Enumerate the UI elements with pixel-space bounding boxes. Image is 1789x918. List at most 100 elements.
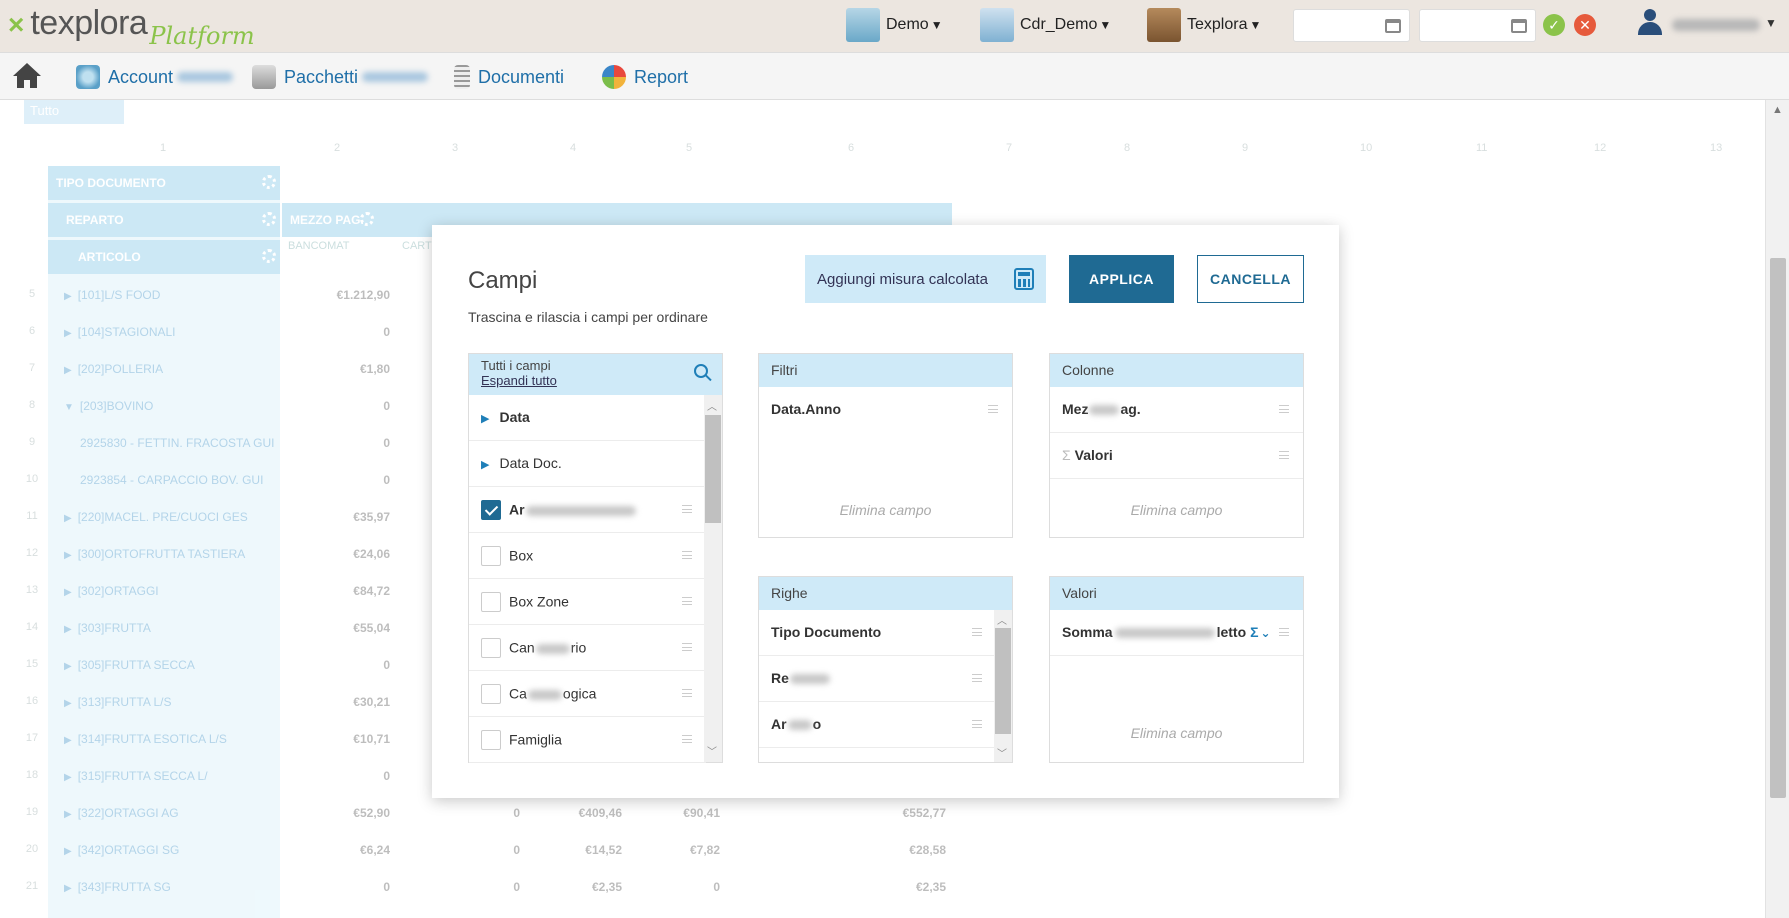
expand-icon[interactable]: ▶	[64, 809, 72, 820]
apply-button[interactable]: APPLICA	[1069, 255, 1174, 303]
gear-icon[interactable]	[360, 212, 374, 226]
drag-handle-icon[interactable]	[1279, 405, 1289, 413]
field-checkbox[interactable]	[481, 684, 501, 704]
row-item[interactable]: Re	[759, 656, 996, 702]
expand-icon[interactable]: ▶	[64, 365, 72, 376]
page-scrollbar[interactable]: ▲	[1765, 100, 1789, 918]
filters-drop-zone[interactable]: Elimina campo	[759, 502, 1012, 518]
row-label[interactable]: ▶ [313]FRUTTA L/S	[64, 695, 172, 709]
field-item[interactable]: ▶ Data Doc.	[469, 441, 706, 487]
scroll-up-icon[interactable]: ︿	[707, 398, 717, 413]
row-label[interactable]: 2925830 - FETTIN. FRACOSTA GUI	[80, 436, 275, 450]
drag-handle-icon[interactable]	[1279, 451, 1289, 459]
date-from-input[interactable]	[1293, 9, 1410, 42]
row-label[interactable]: ▶ [315]FRUTTA SECCA L/	[64, 769, 208, 783]
add-calculated-measure-button[interactable]: Aggiungi misura calcolata	[805, 255, 1046, 303]
drag-handle-icon[interactable]	[1279, 628, 1289, 636]
row-label[interactable]: ▶ [101]L/S FOOD	[64, 288, 160, 302]
row-item[interactable]: Ar o	[759, 702, 996, 748]
drag-handle-icon[interactable]	[972, 674, 982, 682]
row-label[interactable]: ▶ [104]STAGIONALI	[64, 325, 176, 339]
row-label[interactable]: ▼ [203]BOVINO	[64, 399, 153, 413]
workspace-selector[interactable]: Texplora ▼	[1147, 8, 1261, 42]
scrollbar-thumb[interactable]	[1770, 258, 1786, 798]
gear-icon[interactable]	[262, 175, 276, 189]
nav-documenti[interactable]: Documenti	[454, 65, 564, 89]
values-drop-zone[interactable]: Elimina campo	[1050, 725, 1303, 741]
gear-icon[interactable]	[262, 212, 276, 226]
drag-handle-icon[interactable]	[682, 689, 692, 697]
drag-handle-icon[interactable]	[682, 505, 692, 513]
date-to-input[interactable]	[1419, 9, 1536, 42]
drag-handle-icon[interactable]	[972, 720, 982, 728]
columns-drop-zone[interactable]: Elimina campo	[1050, 502, 1303, 518]
expand-icon[interactable]: ▶	[64, 772, 72, 783]
scroll-up-icon[interactable]: ▲	[1772, 104, 1783, 116]
field-checkbox[interactable]	[481, 730, 501, 750]
rows-scrollbar[interactable]: ︿ ﹀	[994, 610, 1012, 762]
header-articolo[interactable]: ARTICOLO	[48, 240, 280, 274]
home-icon[interactable]	[12, 63, 42, 89]
drag-handle-icon[interactable]	[682, 597, 692, 605]
scroll-up-icon[interactable]: ︿	[997, 612, 1007, 627]
scroll-down-icon[interactable]: ﹀	[707, 743, 717, 758]
drag-handle-icon[interactable]	[682, 643, 692, 651]
expand-icon[interactable]: ▶	[481, 459, 489, 471]
user-caret-down-icon[interactable]: ▼	[1765, 16, 1777, 30]
header-tipo-documento[interactable]: TIPO DOCUMENTO	[48, 166, 280, 200]
clear-dates-icon[interactable]: ✕	[1574, 14, 1596, 36]
value-item[interactable]: Somma letto Σ ⌄	[1050, 610, 1303, 656]
all-fields-list[interactable]: ▶ Data ▶ Data Doc. Ar Box Box Zone Can rio Ca ogic…	[469, 395, 706, 763]
field-item[interactable]: ▶ Data	[469, 395, 706, 441]
scrollbar-thumb[interactable]	[705, 415, 721, 523]
field-item[interactable]: Famiglia	[469, 717, 706, 763]
collapse-icon[interactable]: ▼	[64, 402, 74, 413]
row-label[interactable]: ▶ [300]ORTOFRUTTA TASTIERA	[64, 547, 245, 561]
field-checkbox[interactable]	[481, 638, 501, 658]
sigma-icon[interactable]: Σ	[1250, 624, 1258, 640]
field-item[interactable]: Can rio	[469, 625, 706, 671]
drag-handle-icon[interactable]	[682, 551, 692, 559]
cdr-selector[interactable]: Cdr_Demo ▼	[980, 8, 1111, 42]
expand-icon[interactable]: ▶	[64, 328, 72, 339]
all-fields-scrollbar[interactable]: ︿ ﹀	[704, 395, 722, 762]
user-icon[interactable]	[1637, 9, 1663, 37]
row-label[interactable]: 2923854 - CARPACCIO BOV. GUI	[80, 473, 263, 487]
gear-icon[interactable]	[262, 249, 276, 263]
expand-icon[interactable]: ▶	[64, 698, 72, 709]
row-label[interactable]: ▶ [305]FRUTTA SECCA	[64, 658, 195, 672]
nav-account[interactable]: Account	[76, 65, 234, 89]
field-checkbox[interactable]	[481, 592, 501, 612]
calendar-icon[interactable]	[1511, 19, 1527, 33]
expand-all-link[interactable]: Espandi tutto	[481, 373, 710, 388]
row-label[interactable]: ▶ [322]ORTAGGI AG	[64, 806, 179, 820]
field-item[interactable]: Ca ogica	[469, 671, 706, 717]
header-reparto[interactable]: REPARTO	[48, 203, 280, 237]
expand-icon[interactable]: ▶	[64, 550, 72, 561]
expand-icon[interactable]: ▶	[64, 624, 72, 635]
texplora-logo[interactable]: × texplora Platform	[8, 4, 255, 50]
expand-icon[interactable]: ▶	[64, 587, 72, 598]
field-item[interactable]: Box Zone	[469, 579, 706, 625]
expand-icon[interactable]: ▶	[64, 883, 72, 894]
cancel-button[interactable]: CANCELLA	[1197, 255, 1304, 303]
nav-report[interactable]: Report	[602, 65, 688, 89]
expand-icon[interactable]: ▶	[64, 735, 72, 746]
expand-icon[interactable]: ▶	[481, 413, 489, 425]
scroll-down-icon[interactable]: ﹀	[997, 745, 1007, 760]
expand-icon[interactable]: ▶	[64, 846, 72, 857]
row-label[interactable]: ▶ [220]MACEL. PRE/CUOCI GES	[64, 510, 248, 524]
filter-item[interactable]: Data.Anno	[759, 387, 1012, 433]
column-item[interactable]: Σ Valori	[1050, 433, 1303, 479]
nav-pacchetti[interactable]: Pacchetti	[252, 65, 429, 89]
field-item[interactable]: Box	[469, 533, 706, 579]
company-selector[interactable]: Demo ▼	[846, 8, 943, 42]
scrollbar-thumb[interactable]	[995, 628, 1011, 734]
row-item[interactable]: Tipo Documento	[759, 610, 996, 656]
row-label[interactable]: ▶ [342]ORTAGGI SG	[64, 843, 179, 857]
row-label[interactable]: ▶ [314]FRUTTA ESOTICA L/S	[64, 732, 227, 746]
field-checkbox[interactable]	[481, 546, 501, 566]
tutto-tab[interactable]: Tutto	[24, 100, 124, 124]
expand-icon[interactable]: ▶	[64, 661, 72, 672]
drag-handle-icon[interactable]	[972, 628, 982, 636]
